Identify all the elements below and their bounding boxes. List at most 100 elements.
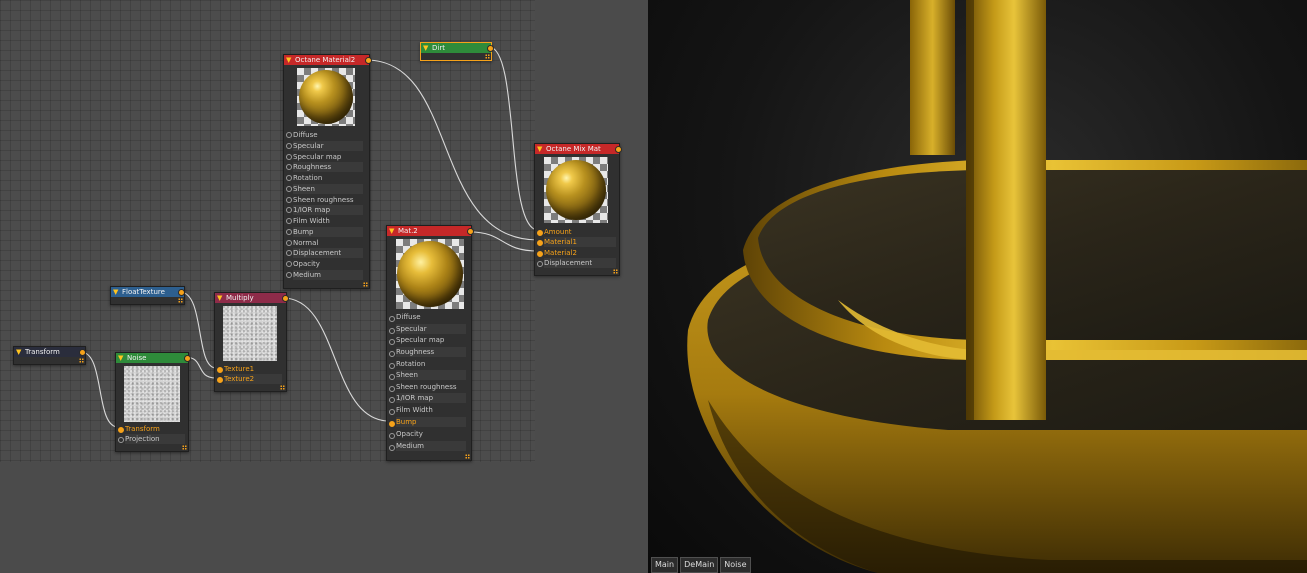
input-port-icon[interactable] [118, 427, 124, 433]
input-bump[interactable]: Bump [396, 417, 466, 427]
node-octane-material2[interactable]: ▼ Octane Material2 Diffuse Specular Spec… [283, 54, 372, 289]
input-ior-map[interactable]: 1/IOR map [396, 393, 466, 403]
node-octane-mix-mat[interactable]: ▼ Octane Mix Mat Amount Material1 Materi… [534, 143, 622, 276]
input-port-icon[interactable] [389, 386, 395, 392]
node-multiply[interactable]: ▼ Multiply Texture1 Texture2 [214, 292, 289, 392]
resize-grip-icon[interactable] [178, 298, 183, 303]
input-roughness[interactable]: Roughness [396, 347, 466, 357]
input-port-icon[interactable] [286, 250, 292, 256]
input-port-icon[interactable] [537, 251, 543, 257]
tab-demain[interactable]: DeMain [680, 557, 719, 573]
node-header[interactable]: ▼ Transform [14, 347, 85, 357]
input-port-icon[interactable] [389, 339, 395, 345]
input-port-icon[interactable] [286, 154, 292, 160]
node-editor[interactable]: ▼ Octane Material2 Diffuse Specular Spec… [0, 0, 648, 573]
input-sheen[interactable]: Sheen [396, 370, 466, 380]
node-header[interactable]: ▼ Multiply [215, 293, 286, 303]
tab-noise[interactable]: Noise [720, 557, 751, 573]
collapse-triangle-icon[interactable]: ▼ [118, 354, 123, 363]
input-port-icon[interactable] [286, 186, 292, 192]
output-port-icon[interactable] [184, 355, 191, 362]
input-port-icon[interactable] [118, 437, 124, 443]
node-header[interactable]: ▼ Noise [116, 353, 188, 363]
input-diffuse[interactable]: Diffuse [293, 130, 363, 140]
input-roughness[interactable]: Roughness [293, 162, 363, 172]
node-floattexture[interactable]: ▼ FloatTexture [110, 286, 185, 305]
input-projection[interactable]: Projection [125, 434, 185, 444]
input-port-icon[interactable] [286, 240, 292, 246]
output-port-icon[interactable] [487, 45, 494, 52]
render-viewport[interactable] [648, 0, 1307, 573]
resize-grip-icon[interactable] [182, 445, 187, 450]
input-port-icon[interactable] [389, 351, 395, 357]
input-port-icon[interactable] [286, 229, 292, 235]
input-port-icon[interactable] [217, 377, 223, 383]
input-port-icon[interactable] [537, 261, 543, 267]
input-opacity[interactable]: Opacity [293, 259, 363, 269]
input-port-icon[interactable] [389, 374, 395, 380]
input-displacement[interactable]: Displacement [293, 248, 363, 258]
resize-grip-icon[interactable] [280, 385, 285, 390]
input-medium[interactable]: Medium [293, 270, 363, 280]
input-diffuse[interactable]: Diffuse [396, 312, 466, 322]
node-header[interactable]: ▼ FloatTexture [111, 287, 184, 297]
input-port-icon[interactable] [389, 397, 395, 403]
input-transform[interactable]: Transform [125, 424, 185, 434]
input-displacement[interactable]: Displacement [544, 258, 616, 268]
input-medium[interactable]: Medium [396, 441, 466, 451]
input-port-icon[interactable] [286, 272, 292, 278]
output-port-icon[interactable] [282, 295, 289, 302]
tab-main[interactable]: Main [651, 557, 679, 573]
input-port-icon[interactable] [286, 132, 292, 138]
input-texture2[interactable]: Texture2 [224, 374, 282, 384]
output-port-icon[interactable] [365, 57, 372, 64]
resize-grip-icon[interactable] [485, 54, 490, 59]
input-port-icon[interactable] [286, 197, 292, 203]
node-header[interactable]: ▼ Mat.2 [387, 226, 471, 236]
resize-grip-icon[interactable] [363, 282, 368, 287]
node-dirt[interactable]: ▼ Dirt [420, 42, 494, 61]
input-material2[interactable]: Material2 [544, 248, 616, 258]
input-port-icon[interactable] [286, 218, 292, 224]
input-port-icon[interactable] [217, 367, 223, 373]
input-material1[interactable]: Material1 [544, 237, 616, 247]
input-amount[interactable]: Amount [544, 227, 616, 237]
input-film-width[interactable]: Film Width [293, 216, 363, 226]
output-port-icon[interactable] [615, 146, 622, 153]
resize-grip-icon[interactable] [79, 358, 84, 363]
input-port-icon[interactable] [389, 433, 395, 439]
input-port-icon[interactable] [389, 409, 395, 415]
node-mat2[interactable]: ▼ Mat.2 Diffuse Specular Specular map Ro… [386, 225, 474, 461]
node-header[interactable]: ▼ Dirt [421, 43, 491, 53]
input-port-icon[interactable] [389, 363, 395, 369]
collapse-triangle-icon[interactable]: ▼ [217, 294, 222, 303]
input-port-icon[interactable] [537, 230, 543, 236]
input-port-icon[interactable] [286, 164, 292, 170]
input-specular-map[interactable]: Specular map [396, 335, 466, 345]
input-normal[interactable]: Normal [293, 238, 363, 248]
input-port-icon[interactable] [286, 143, 292, 149]
input-port-icon[interactable] [286, 261, 292, 267]
input-ior-map[interactable]: 1/IOR map [293, 205, 363, 215]
input-specular[interactable]: Specular [396, 324, 466, 334]
input-rotation[interactable]: Rotation [396, 359, 466, 369]
input-rotation[interactable]: Rotation [293, 173, 363, 183]
input-port-icon[interactable] [389, 316, 395, 322]
input-port-icon[interactable] [389, 421, 395, 427]
collapse-triangle-icon[interactable]: ▼ [113, 288, 118, 297]
input-texture1[interactable]: Texture1 [224, 364, 282, 374]
input-port-icon[interactable] [286, 207, 292, 213]
input-opacity[interactable]: Opacity [396, 429, 466, 439]
collapse-triangle-icon[interactable]: ▼ [423, 44, 428, 53]
input-sheen-roughness[interactable]: Sheen roughness [293, 195, 363, 205]
input-port-icon[interactable] [537, 240, 543, 246]
output-port-icon[interactable] [467, 228, 474, 235]
collapse-triangle-icon[interactable]: ▼ [537, 145, 542, 154]
collapse-triangle-icon[interactable]: ▼ [16, 348, 21, 357]
output-port-icon[interactable] [178, 289, 185, 296]
input-specular-map[interactable]: Specular map [293, 152, 363, 162]
collapse-triangle-icon[interactable]: ▼ [389, 227, 394, 236]
input-sheen-roughness[interactable]: Sheen roughness [396, 382, 466, 392]
resize-grip-icon[interactable] [465, 454, 470, 459]
node-header[interactable]: ▼ Octane Material2 [284, 55, 369, 65]
